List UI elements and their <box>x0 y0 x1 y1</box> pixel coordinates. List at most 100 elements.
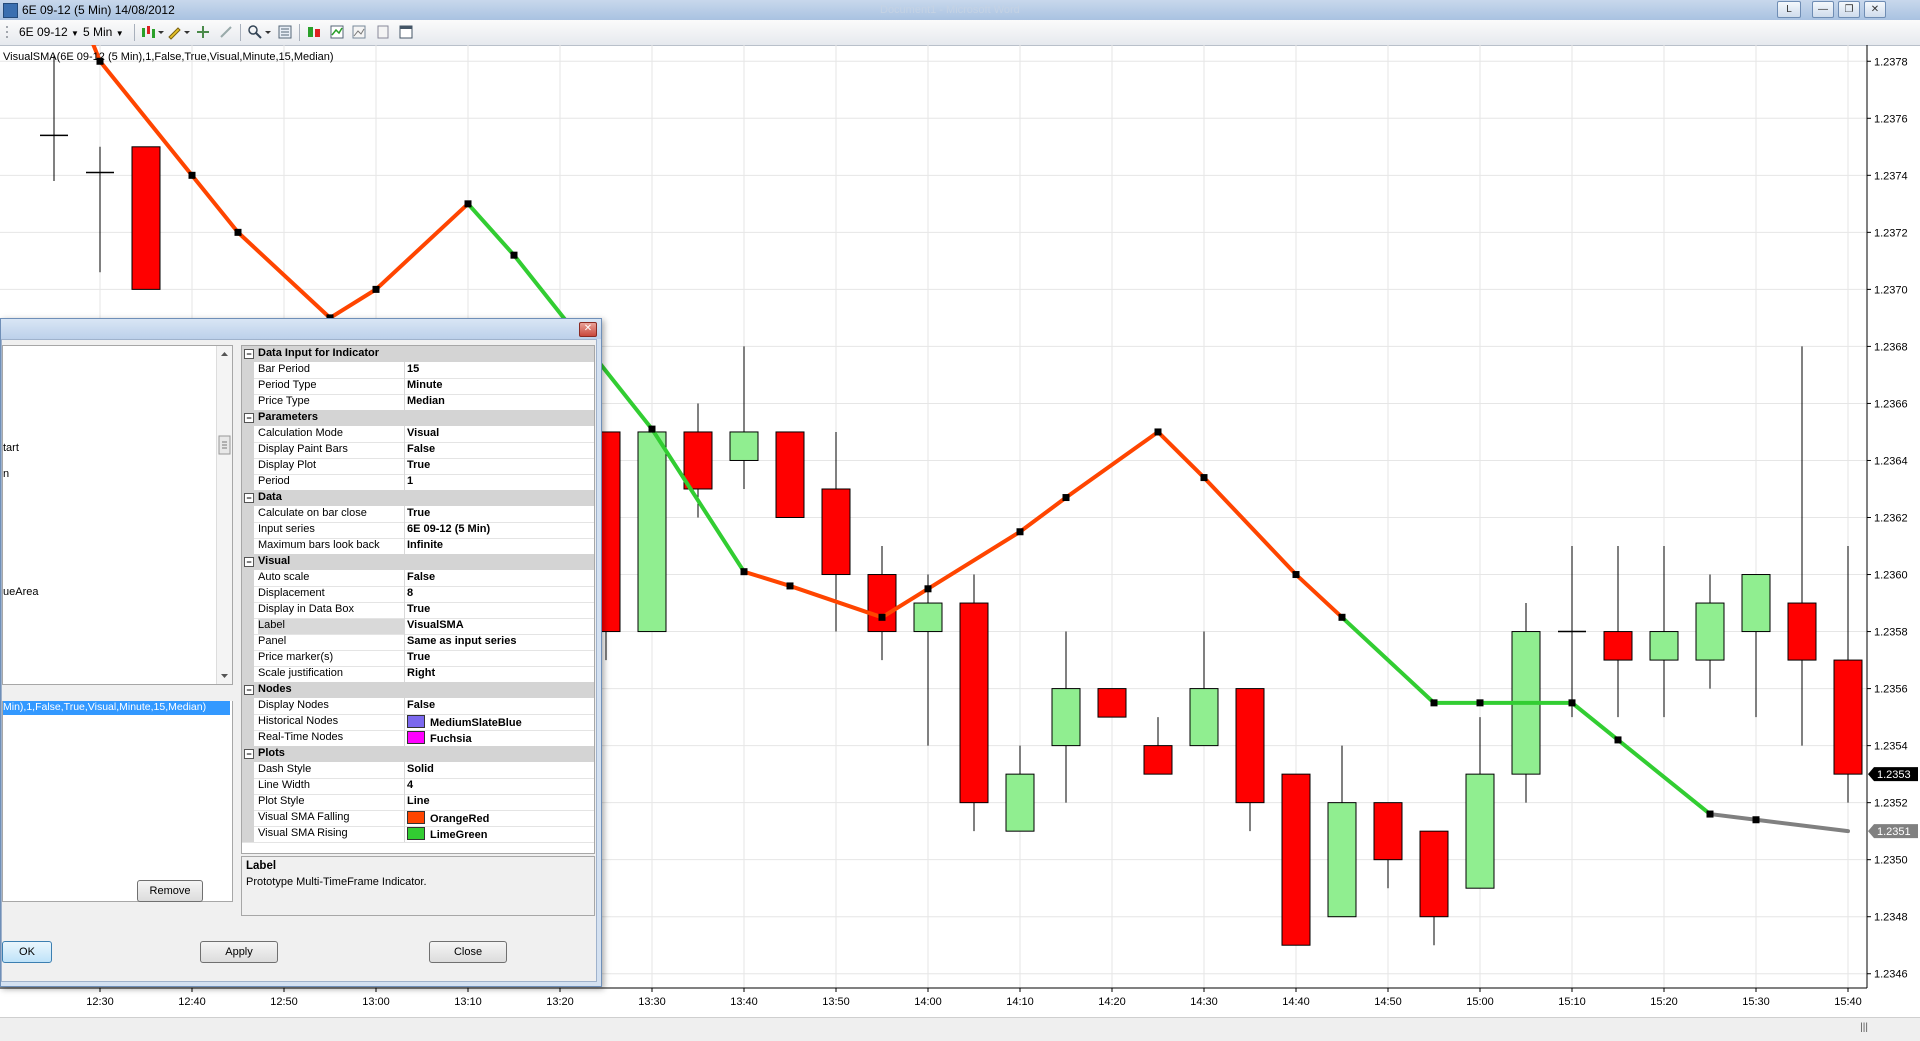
chart-template-icon[interactable] <box>351 24 367 40</box>
candle-body <box>1281 773 1311 946</box>
property-value[interactable]: Minute <box>407 379 593 394</box>
property-value[interactable]: LimeGreen <box>407 827 593 842</box>
property-value[interactable]: Median <box>407 395 593 410</box>
property-category[interactable]: − Data Input for Indicator <box>242 346 594 362</box>
property-value[interactable]: True <box>407 459 593 474</box>
pencil-icon[interactable] <box>166 24 182 40</box>
list-item[interactable]: ueArea <box>3 586 38 598</box>
indicators-icon[interactable] <box>329 24 345 40</box>
property-value[interactable]: Infinite <box>407 539 593 554</box>
property-value[interactable]: False <box>407 571 593 586</box>
property-value[interactable]: 1 <box>407 475 593 490</box>
property-row[interactable]: Visual SMA Rising LimeGreen <box>242 826 594 843</box>
interval-selector[interactable]: 5 Min ▼ <box>83 25 124 39</box>
property-row[interactable]: Displacement 8 <box>242 586 594 603</box>
property-row[interactable]: Dash Style Solid <box>242 762 594 779</box>
property-value[interactable]: 15 <box>407 363 593 378</box>
list-item[interactable]: tart <box>3 442 19 454</box>
property-row[interactable]: Real-Time Nodes Fuchsia <box>242 730 594 747</box>
property-row[interactable]: Input series 6E 09-12 (5 Min) <box>242 522 594 539</box>
property-row[interactable]: Period Type Minute <box>242 378 594 395</box>
window-icon[interactable] <box>398 24 414 40</box>
apply-button[interactable]: Apply <box>200 941 278 963</box>
property-row[interactable]: Price Type Median <box>242 394 594 411</box>
restore-button[interactable]: ❐ <box>1838 1 1860 18</box>
layout-button[interactable]: L <box>1777 1 1801 18</box>
property-row[interactable]: Bar Period 15 <box>242 362 594 379</box>
toolbar-separator <box>134 24 135 41</box>
property-value[interactable]: Fuchsia <box>407 731 593 746</box>
property-category[interactable]: − Parameters <box>242 410 594 426</box>
property-value[interactable]: 8 <box>407 587 593 602</box>
property-value[interactable]: Same as input series <box>407 635 593 650</box>
print-icon[interactable] <box>375 24 391 40</box>
property-value[interactable]: True <box>407 651 593 666</box>
property-row[interactable]: Historical Nodes MediumSlateBlue <box>242 714 594 731</box>
property-value[interactable]: Solid <box>407 763 593 778</box>
close-window-button[interactable]: ✕ <box>1864 1 1886 18</box>
bar-type-icon[interactable] <box>140 24 156 40</box>
property-row[interactable]: Visual SMA Falling OrangeRed <box>242 810 594 827</box>
property-value[interactable]: OrangeRed <box>407 811 593 826</box>
property-row[interactable]: Scale justification Right <box>242 666 594 683</box>
data-box-icon[interactable] <box>218 24 234 40</box>
property-value[interactable]: 4 <box>407 779 593 794</box>
sma-node <box>1614 736 1622 744</box>
property-row[interactable]: Plot Style Line <box>242 794 594 811</box>
property-category[interactable]: − Data <box>242 490 594 506</box>
collapse-icon[interactable]: − <box>244 413 254 423</box>
property-category[interactable]: − Visual <box>242 554 594 570</box>
y-tick-label: 1.2370 <box>1874 284 1908 296</box>
horizontal-scrollbar[interactable]: ||| <box>0 1017 1920 1041</box>
close-button[interactable]: Close <box>429 941 507 963</box>
collapse-icon[interactable]: − <box>244 557 254 567</box>
property-row[interactable]: Display Nodes False <box>242 698 594 715</box>
remove-button[interactable]: Remove <box>137 880 203 902</box>
property-category[interactable]: − Plots <box>242 746 594 762</box>
y-tick-label: 1.2350 <box>1874 855 1908 867</box>
property-value[interactable]: Right <box>407 667 593 682</box>
property-row[interactable]: Panel Same as input series <box>242 634 594 651</box>
property-value[interactable]: VisualSMA <box>407 619 593 634</box>
property-value[interactable]: Line <box>407 795 593 810</box>
list-item[interactable]: n <box>3 468 9 480</box>
property-row[interactable]: Display Paint Bars False <box>242 442 594 459</box>
collapse-icon[interactable]: − <box>244 349 254 359</box>
instrument-selector[interactable]: 6E 09-12 ▼ <box>19 25 79 39</box>
property-value[interactable]: False <box>407 699 593 714</box>
property-row[interactable]: Auto scale False <box>242 570 594 587</box>
scroll-handle-icon[interactable]: ||| <box>1860 1022 1868 1033</box>
collapse-icon[interactable]: − <box>244 493 254 503</box>
property-row[interactable]: Display Plot True <box>242 458 594 475</box>
zoom-icon[interactable] <box>247 24 263 40</box>
property-value[interactable]: Visual <box>407 427 593 442</box>
property-name: Visual SMA Rising <box>258 827 348 839</box>
property-row[interactable]: Calculation Mode Visual <box>242 426 594 443</box>
property-value[interactable]: True <box>407 507 593 522</box>
applied-indicator-list[interactable]: Min),1,False,True,Visual,Minute,15,Media… <box>2 701 233 902</box>
collapse-icon[interactable]: − <box>244 685 254 695</box>
property-value[interactable]: True <box>407 603 593 618</box>
property-value[interactable]: False <box>407 443 593 458</box>
selected-indicator-item[interactable]: Min),1,False,True,Visual,Minute,15,Media… <box>3 701 230 715</box>
property-row[interactable]: Display in Data Box True <box>242 602 594 619</box>
crosshair-icon[interactable] <box>195 24 211 40</box>
ok-button[interactable]: OK <box>2 941 52 963</box>
list-scrollbar[interactable] <box>216 346 232 684</box>
strategies-icon[interactable] <box>306 24 322 40</box>
indicator-list[interactable]: tart n ueArea <box>2 345 233 685</box>
dialog-close-button[interactable]: ✕ <box>579 322 597 337</box>
property-row[interactable]: Maximum bars look back Infinite <box>242 538 594 555</box>
properties-icon[interactable] <box>277 24 293 40</box>
property-row[interactable]: Label VisualSMA <box>242 618 594 635</box>
property-value[interactable]: MediumSlateBlue <box>407 715 593 730</box>
property-value[interactable]: 6E 09-12 (5 Min) <box>407 523 593 538</box>
property-category[interactable]: − Nodes <box>242 682 594 698</box>
property-row[interactable]: Period 1 <box>242 474 594 491</box>
property-row[interactable]: Line Width 4 <box>242 778 594 795</box>
grid-gutter <box>242 458 254 474</box>
property-row[interactable]: Calculate on bar close True <box>242 506 594 523</box>
collapse-icon[interactable]: − <box>244 749 254 759</box>
property-row[interactable]: Price marker(s) True <box>242 650 594 667</box>
minimize-button[interactable]: — <box>1812 1 1834 18</box>
